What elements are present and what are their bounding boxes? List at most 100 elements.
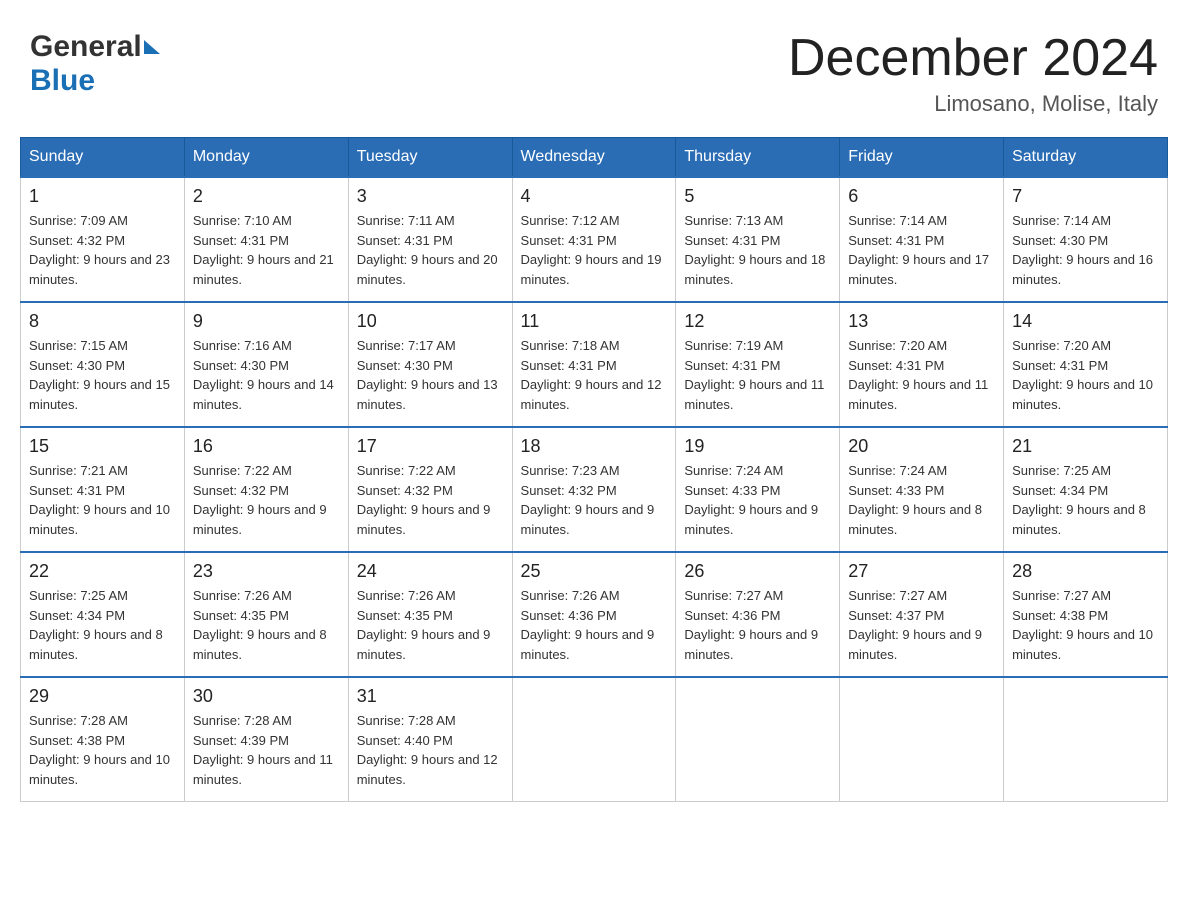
sunset-time: 4:30 PM <box>241 358 289 373</box>
sunrise-label: Sunrise: <box>848 588 899 603</box>
calendar-cell: 25 Sunrise: 7:26 AM Sunset: 4:36 PM Dayl… <box>512 552 676 677</box>
day-number: 18 <box>521 436 668 457</box>
sunrise-time: 7:25 AM <box>1063 463 1111 478</box>
calendar-cell: 30 Sunrise: 7:28 AM Sunset: 4:39 PM Dayl… <box>184 677 348 802</box>
daylight-label: Daylight: <box>1012 627 1066 642</box>
day-info: Sunrise: 7:27 AM Sunset: 4:37 PM Dayligh… <box>848 586 995 664</box>
sunrise-label: Sunrise: <box>357 338 408 353</box>
sunrise-label: Sunrise: <box>29 213 80 228</box>
daylight-label: Daylight: <box>357 252 411 267</box>
column-header-monday: Monday <box>184 138 348 178</box>
sunset-label: Sunset: <box>193 358 241 373</box>
day-number: 23 <box>193 561 340 582</box>
page-header: General Blue December 2024 Limosano, Mol… <box>20 20 1168 117</box>
day-info: Sunrise: 7:26 AM Sunset: 4:35 PM Dayligh… <box>193 586 340 664</box>
calendar-cell: 10 Sunrise: 7:17 AM Sunset: 4:30 PM Dayl… <box>348 302 512 427</box>
sunset-label: Sunset: <box>29 358 77 373</box>
daylight-label: Daylight: <box>848 252 902 267</box>
day-number: 8 <box>29 311 176 332</box>
day-number: 21 <box>1012 436 1159 457</box>
daylight-label: Daylight: <box>357 627 411 642</box>
daylight-label: Daylight: <box>848 377 902 392</box>
calendar-week-row: 8 Sunrise: 7:15 AM Sunset: 4:30 PM Dayli… <box>21 302 1168 427</box>
day-number: 28 <box>1012 561 1159 582</box>
daylight-label: Daylight: <box>521 252 575 267</box>
column-header-tuesday: Tuesday <box>348 138 512 178</box>
calendar-cell: 18 Sunrise: 7:23 AM Sunset: 4:32 PM Dayl… <box>512 427 676 552</box>
calendar-week-row: 15 Sunrise: 7:21 AM Sunset: 4:31 PM Dayl… <box>21 427 1168 552</box>
daylight-label: Daylight: <box>193 627 247 642</box>
sunset-label: Sunset: <box>357 733 405 748</box>
sunset-label: Sunset: <box>29 483 77 498</box>
day-info: Sunrise: 7:23 AM Sunset: 4:32 PM Dayligh… <box>521 461 668 539</box>
sunset-label: Sunset: <box>684 358 732 373</box>
calendar-cell: 20 Sunrise: 7:24 AM Sunset: 4:33 PM Dayl… <box>840 427 1004 552</box>
calendar-cell <box>840 677 1004 802</box>
sunrise-label: Sunrise: <box>1012 338 1063 353</box>
daylight-label: Daylight: <box>193 502 247 517</box>
sunset-label: Sunset: <box>29 608 77 623</box>
sunset-time: 4:35 PM <box>404 608 452 623</box>
day-info: Sunrise: 7:26 AM Sunset: 4:35 PM Dayligh… <box>357 586 504 664</box>
day-number: 24 <box>357 561 504 582</box>
calendar-cell: 15 Sunrise: 7:21 AM Sunset: 4:31 PM Dayl… <box>21 427 185 552</box>
location-subtitle: Limosano, Molise, Italy <box>788 91 1158 117</box>
sunset-label: Sunset: <box>29 733 77 748</box>
sunset-label: Sunset: <box>29 233 77 248</box>
sunrise-time: 7:25 AM <box>80 588 128 603</box>
day-info: Sunrise: 7:21 AM Sunset: 4:31 PM Dayligh… <box>29 461 176 539</box>
daylight-label: Daylight: <box>29 752 83 767</box>
day-number: 20 <box>848 436 995 457</box>
sunset-label: Sunset: <box>1012 358 1060 373</box>
day-info: Sunrise: 7:28 AM Sunset: 4:38 PM Dayligh… <box>29 711 176 789</box>
sunset-label: Sunset: <box>357 483 405 498</box>
column-header-friday: Friday <box>840 138 1004 178</box>
daylight-label: Daylight: <box>521 377 575 392</box>
daylight-label: Daylight: <box>357 377 411 392</box>
daylight-label: Daylight: <box>848 502 902 517</box>
calendar-cell: 2 Sunrise: 7:10 AM Sunset: 4:31 PM Dayli… <box>184 177 348 302</box>
sunrise-time: 7:16 AM <box>244 338 292 353</box>
daylight-label: Daylight: <box>29 252 83 267</box>
day-number: 13 <box>848 311 995 332</box>
day-number: 31 <box>357 686 504 707</box>
column-header-thursday: Thursday <box>676 138 840 178</box>
calendar-cell: 11 Sunrise: 7:18 AM Sunset: 4:31 PM Dayl… <box>512 302 676 427</box>
logo-arrow-icon <box>144 40 160 54</box>
sunrise-time: 7:09 AM <box>80 213 128 228</box>
calendar-week-row: 1 Sunrise: 7:09 AM Sunset: 4:32 PM Dayli… <box>21 177 1168 302</box>
sunset-time: 4:30 PM <box>1060 233 1108 248</box>
day-info: Sunrise: 7:20 AM Sunset: 4:31 PM Dayligh… <box>1012 336 1159 414</box>
sunrise-label: Sunrise: <box>193 713 244 728</box>
daylight-label: Daylight: <box>848 627 902 642</box>
day-info: Sunrise: 7:28 AM Sunset: 4:39 PM Dayligh… <box>193 711 340 789</box>
day-number: 22 <box>29 561 176 582</box>
sunrise-time: 7:27 AM <box>900 588 948 603</box>
daylight-label: Daylight: <box>1012 502 1066 517</box>
sunset-label: Sunset: <box>193 733 241 748</box>
day-number: 17 <box>357 436 504 457</box>
daylight-label: Daylight: <box>1012 252 1066 267</box>
day-number: 6 <box>848 186 995 207</box>
day-info: Sunrise: 7:22 AM Sunset: 4:32 PM Dayligh… <box>357 461 504 539</box>
sunrise-time: 7:14 AM <box>1063 213 1111 228</box>
sunrise-label: Sunrise: <box>848 213 899 228</box>
day-number: 3 <box>357 186 504 207</box>
calendar-cell: 7 Sunrise: 7:14 AM Sunset: 4:30 PM Dayli… <box>1004 177 1168 302</box>
sunrise-time: 7:24 AM <box>900 463 948 478</box>
sunset-label: Sunset: <box>521 358 569 373</box>
sunset-label: Sunset: <box>521 608 569 623</box>
day-number: 27 <box>848 561 995 582</box>
day-number: 11 <box>521 311 668 332</box>
daylight-label: Daylight: <box>29 502 83 517</box>
daylight-label: Daylight: <box>357 502 411 517</box>
calendar-cell: 1 Sunrise: 7:09 AM Sunset: 4:32 PM Dayli… <box>21 177 185 302</box>
day-number: 5 <box>684 186 831 207</box>
sunrise-time: 7:19 AM <box>736 338 784 353</box>
sunset-label: Sunset: <box>193 608 241 623</box>
sunrise-time: 7:13 AM <box>736 213 784 228</box>
calendar-table: SundayMondayTuesdayWednesdayThursdayFrid… <box>20 137 1168 802</box>
daylight-label: Daylight: <box>29 627 83 642</box>
sunset-label: Sunset: <box>848 358 896 373</box>
daylight-label: Daylight: <box>684 627 738 642</box>
